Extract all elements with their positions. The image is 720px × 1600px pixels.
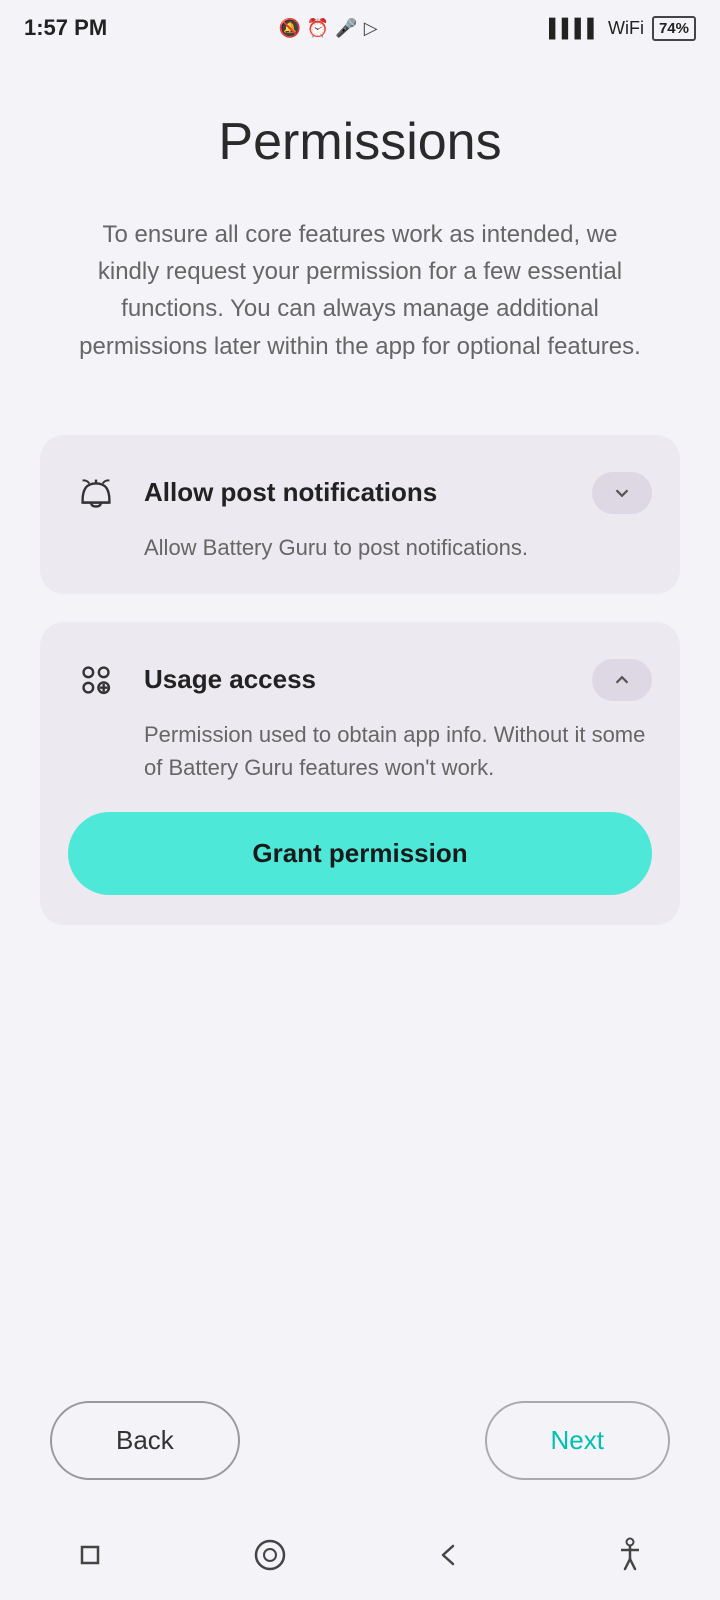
usage-icon	[68, 652, 124, 708]
usage-card-header: Usage access	[68, 652, 652, 708]
signal-icon: ▌▌▌▌	[549, 18, 600, 39]
page-title: Permissions	[218, 112, 501, 172]
usage-permission-card: Usage access Permission used to obtain a…	[40, 622, 680, 925]
play-icon: ▷	[364, 18, 378, 39]
status-icons: 🔕 ⏰ 🎤 ▷	[279, 18, 378, 39]
android-accessibility-button[interactable]	[608, 1533, 652, 1577]
status-right-icons: ▌▌▌▌ WiFi 74%	[549, 16, 696, 41]
android-back-button[interactable]	[428, 1533, 472, 1577]
bell-icon	[68, 465, 124, 521]
status-time: 1:57 PM	[24, 15, 107, 41]
battery-indicator: 74%	[652, 16, 696, 41]
usage-card-description: Permission used to obtain app info. With…	[68, 718, 652, 784]
main-content: Permissions To ensure all core features …	[0, 52, 720, 1381]
mic-icon: 🎤	[335, 18, 357, 39]
grant-permission-button[interactable]: Grant permission	[68, 812, 652, 895]
notification-card-title: Allow post notifications	[144, 477, 437, 508]
bottom-navigation: Back Next	[0, 1381, 720, 1520]
wifi-icon: WiFi	[608, 18, 644, 39]
usage-card-title: Usage access	[144, 664, 316, 695]
android-square-button[interactable]	[68, 1533, 112, 1577]
back-button[interactable]: Back	[50, 1401, 240, 1480]
notification-permission-card: Allow post notifications Allow Battery G…	[40, 435, 680, 594]
alarm-icon: ⏰	[307, 18, 329, 39]
usage-header-left: Usage access	[68, 652, 316, 708]
notification-header-left: Allow post notifications	[68, 465, 437, 521]
next-button[interactable]: Next	[485, 1401, 670, 1480]
android-circle-button[interactable]	[248, 1533, 292, 1577]
mute-icon: 🔕	[279, 18, 301, 39]
notification-card-description: Allow Battery Guru to post notifications…	[68, 531, 652, 564]
android-nav-bar	[0, 1520, 720, 1600]
notification-card-header: Allow post notifications	[68, 465, 652, 521]
page-description: To ensure all core features work as inte…	[70, 216, 650, 365]
notification-toggle-button[interactable]	[592, 472, 652, 514]
usage-toggle-button[interactable]	[592, 659, 652, 701]
status-bar: 1:57 PM 🔕 ⏰ 🎤 ▷ ▌▌▌▌ WiFi 74%	[0, 0, 720, 52]
